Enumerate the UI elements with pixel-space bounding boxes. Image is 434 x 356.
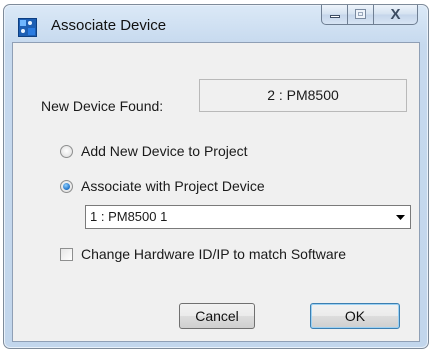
radio-label: Add New Device to Project xyxy=(81,143,248,159)
radio-button[interactable] xyxy=(60,144,73,158)
maximize-button[interactable] xyxy=(348,5,374,25)
window-title: Associate Device xyxy=(51,17,167,34)
device-app-icon xyxy=(18,18,37,37)
checkbox-label: Change Hardware ID/IP to match Software xyxy=(81,246,347,262)
change-hardware-checkbox-row[interactable]: Change Hardware ID/IP to match Software xyxy=(60,246,346,262)
new-device-found-value: 2 : PM8500 xyxy=(199,79,407,112)
associate-device-dialog: Associate Device X New Device Found: 2 :… xyxy=(3,4,429,349)
title-bar[interactable]: Associate Device X xyxy=(4,5,428,41)
ok-button[interactable]: OK xyxy=(310,303,400,329)
dialog-content: New Device Found: 2 : PM8500 Add New Dev… xyxy=(12,42,420,342)
new-device-found-label: New Device Found: xyxy=(41,98,164,114)
cancel-button[interactable]: Cancel xyxy=(179,303,255,329)
radio-add-new-device[interactable]: Add New Device to Project xyxy=(60,143,248,159)
close-button[interactable]: X xyxy=(374,5,418,25)
change-hardware-checkbox[interactable] xyxy=(60,247,73,261)
radio-button-selected[interactable] xyxy=(60,179,73,193)
radio-associate-project-device[interactable]: Associate with Project Device xyxy=(60,178,265,194)
radio-label: Associate with Project Device xyxy=(81,178,265,194)
maximize-icon xyxy=(355,9,366,19)
minimize-icon xyxy=(330,15,340,18)
caption-buttons: X xyxy=(321,5,418,27)
project-device-dropdown[interactable]: 1 : PM8500 1 xyxy=(85,205,411,229)
dropdown-selected-value: 1 : PM8500 1 xyxy=(90,209,168,224)
minimize-button[interactable] xyxy=(321,5,348,25)
dropdown-arrow-icon[interactable] xyxy=(391,207,409,227)
close-icon: X xyxy=(390,6,401,23)
